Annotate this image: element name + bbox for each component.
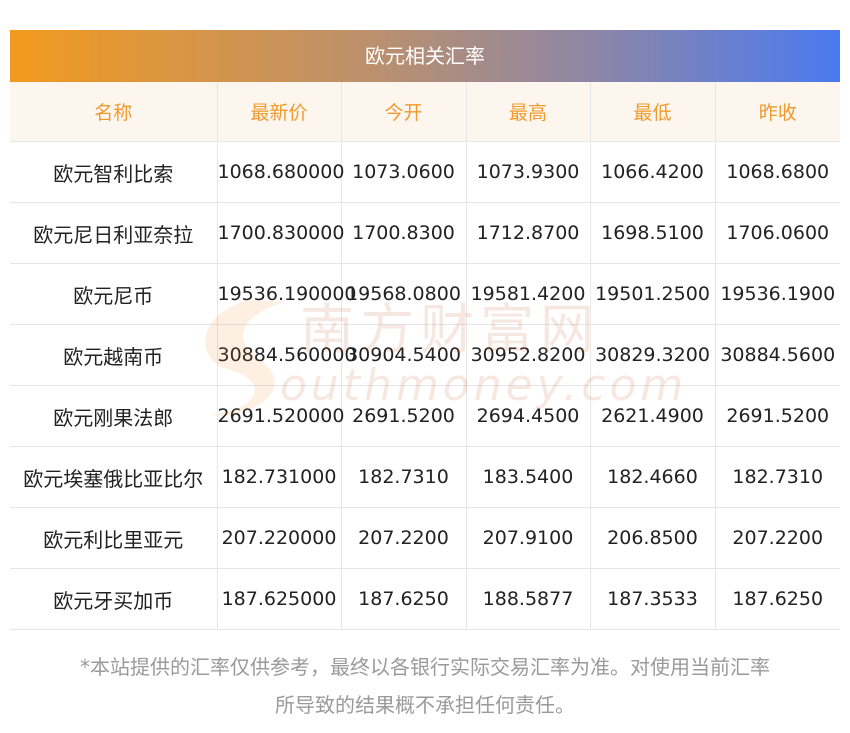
rate-value: 187.6250 <box>340 568 466 630</box>
rate-value: 19568.0800 <box>340 263 466 325</box>
rate-value: 1068.6800 <box>714 141 840 203</box>
currency-pair-name: 欧元牙买加币 <box>10 568 217 630</box>
rate-value: 2691.5200 <box>340 385 466 447</box>
table-row: 欧元埃塞俄比亚比尔 182.731000 182.7310 183.5400 182.4… <box>10 446 840 508</box>
rate-value: 30829.3200 <box>589 324 715 386</box>
rate-value: 1073.0600 <box>340 141 466 203</box>
column-header: 昨收 <box>714 82 840 142</box>
column-header: 今开 <box>340 82 466 142</box>
rate-value: 206.8500 <box>589 507 715 569</box>
rate-table: 名称 最新价 今开 最高 最低 昨收 欧元智利比索 1068.680000 1073.0600… <box>10 82 840 630</box>
rate-value: 19501.2500 <box>589 263 715 325</box>
rate-value: 187.625000 <box>216 568 341 630</box>
currency-pair-name: 欧元智利比索 <box>10 141 217 203</box>
rate-value: 19536.1900 <box>714 263 840 325</box>
column-header: 名称 <box>10 82 217 142</box>
header-row: 名称 最新价 今开 最高 最低 昨收 <box>10 82 840 142</box>
rate-value: 30884.560000 <box>216 324 357 386</box>
rate-value: 30904.5400 <box>340 324 466 386</box>
rate-value: 182.7310 <box>714 446 840 508</box>
currency-pair-name: 欧元越南币 <box>10 324 217 386</box>
rate-value: 1700.8300 <box>340 202 466 264</box>
currency-pair-name: 欧元尼日利亚奈拉 <box>10 202 217 264</box>
rate-value: 182.7310 <box>340 446 466 508</box>
rate-table-card: 欧元相关汇率 名称 最新价 今开 最高 最低 昨收 欧元智利比索 1068.680000 10… <box>10 30 840 630</box>
rate-value: 182.731000 <box>216 446 341 508</box>
rate-value: 207.2200 <box>714 507 840 569</box>
currency-pair-name: 欧元刚果法郎 <box>10 385 217 447</box>
rate-value: 19581.4200 <box>465 263 590 325</box>
rate-value: 1700.830000 <box>216 202 344 264</box>
disclaimer: *本站提供的汇率仅供参考，最终以各银行实际交易汇率为准。对使用当前汇率 所导致的… <box>0 648 850 724</box>
rate-value: 1712.8700 <box>465 202 590 264</box>
table-row: 欧元牙买加币 187.625000 187.6250 188.5877 187.3533… <box>10 568 840 630</box>
column-header: 最新价 <box>216 82 341 142</box>
rate-value: 2621.4900 <box>589 385 715 447</box>
currency-pair-name: 欧元埃塞俄比亚比尔 <box>10 446 217 508</box>
disclaimer-line-1: *本站提供的汇率仅供参考，最终以各银行实际交易汇率为准。对使用当前汇率 <box>80 655 770 679</box>
rate-value: 207.9100 <box>465 507 590 569</box>
table-row: 欧元尼日利亚奈拉 1700.830000 1700.8300 1712.8700 169… <box>10 202 840 264</box>
table-row: 欧元尼币 19536.190000 19568.0800 19581.4200 1950… <box>10 263 840 325</box>
rate-value: 30884.5600 <box>714 324 840 386</box>
rate-value: 207.2200 <box>340 507 466 569</box>
currency-pair-name: 欧元尼币 <box>10 263 217 325</box>
table-row: 欧元越南币 30884.560000 30904.5400 30952.8200 308… <box>10 324 840 386</box>
rate-value: 187.3533 <box>589 568 715 630</box>
rate-value: 1066.4200 <box>589 141 715 203</box>
rate-value: 188.5877 <box>465 568 590 630</box>
column-header: 最低 <box>589 82 715 142</box>
disclaimer-line-2: 所导致的结果概不承担任何责任。 <box>275 693 575 717</box>
rate-value: 2691.520000 <box>216 385 344 447</box>
rate-value: 182.4660 <box>589 446 715 508</box>
rate-value: 1698.5100 <box>589 202 715 264</box>
currency-pair-name: 欧元利比里亚元 <box>10 507 217 569</box>
rate-value: 187.6250 <box>714 568 840 630</box>
column-header: 最高 <box>465 82 590 142</box>
rate-value: 183.5400 <box>465 446 590 508</box>
rate-value: 207.220000 <box>216 507 341 569</box>
rate-value: 30952.8200 <box>465 324 590 386</box>
rate-value: 1706.0600 <box>714 202 840 264</box>
table-row: 欧元智利比索 1068.680000 1073.0600 1073.9300 1066.… <box>10 141 840 203</box>
table-title: 欧元相关汇率 <box>10 30 840 82</box>
rate-value: 1073.9300 <box>465 141 590 203</box>
table-row: 欧元刚果法郎 2691.520000 2691.5200 2694.4500 2621.… <box>10 385 840 447</box>
rate-value: 19536.190000 <box>216 263 357 325</box>
table-row: 欧元利比里亚元 207.220000 207.2200 207.9100 206.850… <box>10 507 840 569</box>
rate-value: 2691.5200 <box>714 385 840 447</box>
rate-value: 2694.4500 <box>465 385 590 447</box>
rate-value: 1068.680000 <box>216 141 344 203</box>
